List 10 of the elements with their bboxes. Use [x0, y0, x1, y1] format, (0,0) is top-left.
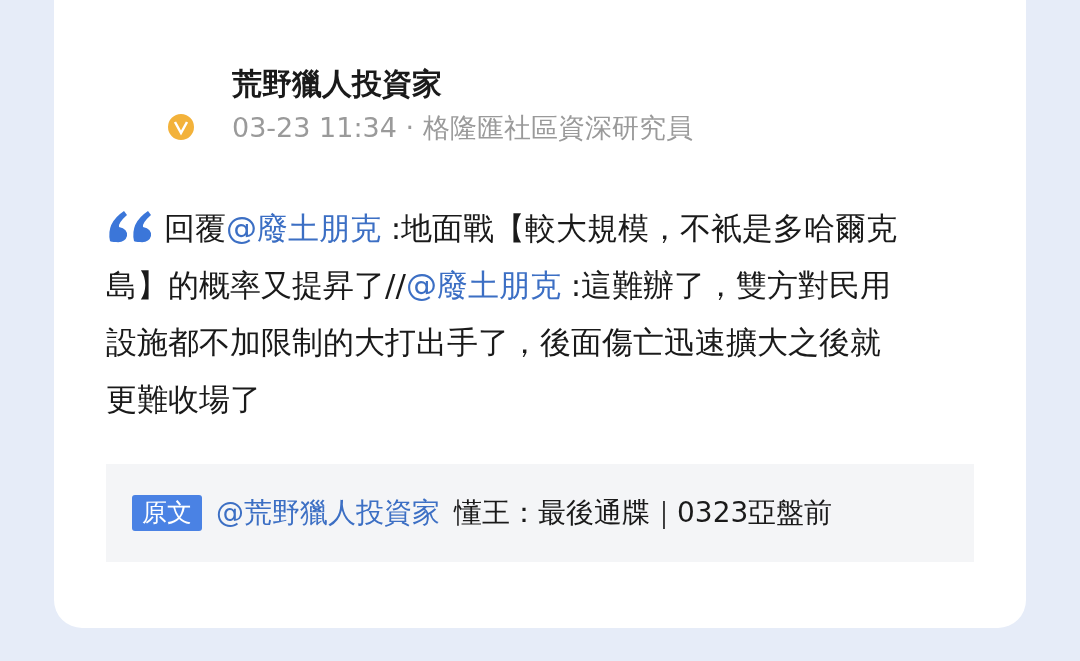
verified-badge-icon: [166, 112, 196, 142]
original-post-box[interactable]: 原文 @荒野獵人投資家 懂王：最後通牒｜0323亞盤前: [106, 464, 974, 562]
original-author-link[interactable]: @荒野獵人投資家: [216, 492, 440, 534]
author-name[interactable]: 荒野獵人投資家: [232, 64, 693, 104]
post-text: 回覆@廢土朋克 :地面戰【較大規模，不衹是多哈爾克島】的概率又提昇了//@廢土朋克 :這難辦了，雙方對民用設施都不加限制的大打出手了，後面傷亡迅速擴大之後就更難收場了: [106, 208, 899, 419]
mention-link[interactable]: @廢土朋克: [226, 210, 381, 246]
post-meta: 03-23 11:34 · 格隆匯社區資深研究員: [232, 111, 693, 145]
original-label: 原文: [132, 495, 202, 531]
original-title: 懂王：最後通牒｜0323亞盤前: [454, 495, 833, 531]
mention-link[interactable]: @廢土朋克: [405, 267, 561, 303]
